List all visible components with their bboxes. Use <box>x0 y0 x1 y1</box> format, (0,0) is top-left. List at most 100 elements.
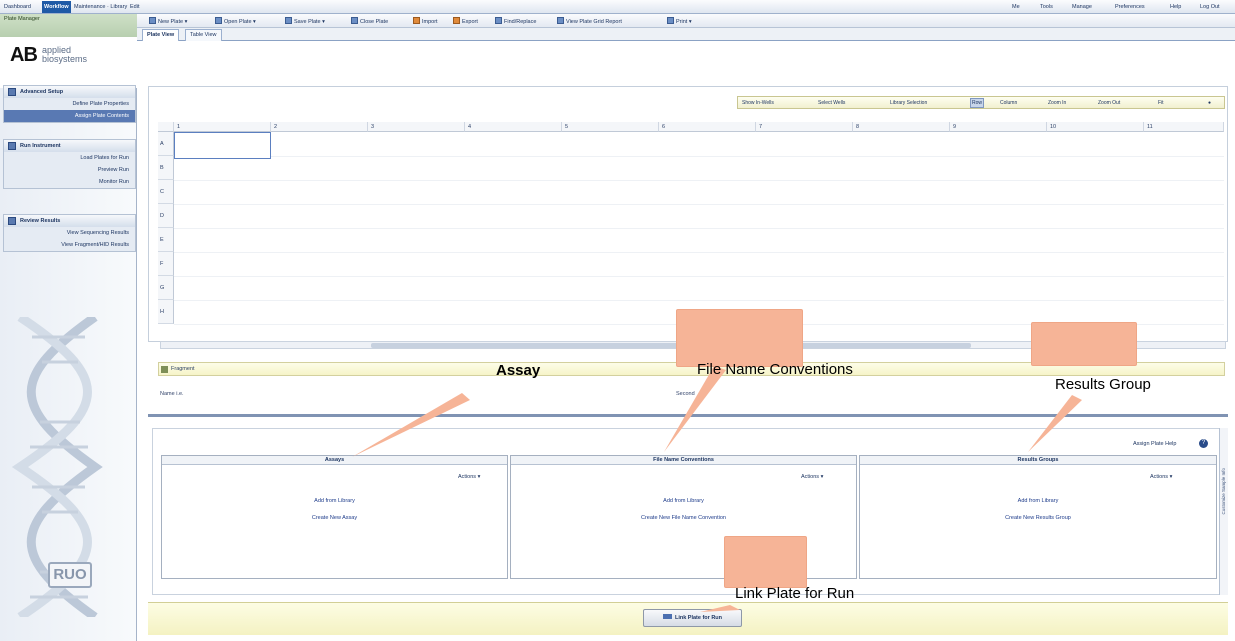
close-plate-label: Close Plate <box>360 19 389 25</box>
file-name-callout-box <box>676 309 803 367</box>
menu-manage[interactable]: Manage <box>1072 2 1092 12</box>
import-label: Import <box>422 19 438 25</box>
nav-item-preview-run[interactable]: Preview Run <box>4 164 135 176</box>
tab-table-view[interactable]: Table View <box>185 29 222 41</box>
column-header[interactable]: 1 <box>174 122 271 132</box>
assays-actions-dropdown[interactable]: Actions ▾ <box>458 474 480 480</box>
results-groups-actions-dropdown[interactable]: Actions ▾ <box>1150 474 1172 480</box>
assign-plate-help-link[interactable]: Assign Plate Help <box>1133 441 1176 447</box>
create-new-assay-link[interactable]: Create New Assay <box>162 515 507 521</box>
library-selection-button[interactable]: Library Selection <box>890 100 927 106</box>
assays-box: Assays Actions ▾ Add from Library Create… <box>161 455 508 579</box>
menu-preferences[interactable]: Preferences <box>1115 2 1145 12</box>
ruo-badge: RUO <box>48 562 92 588</box>
print-button[interactable]: Print ▾ <box>667 17 692 25</box>
link-plate-for-run-button[interactable]: Link Plate for Run <box>643 609 742 627</box>
open-plate-label: Open Plate <box>224 19 252 25</box>
show-in-wells-button[interactable]: Show In-Wells <box>742 100 774 106</box>
nav-section-header[interactable]: Review Results <box>4 215 135 227</box>
save-plate-button[interactable]: Save Plate ▾ <box>285 17 325 25</box>
menu-help[interactable]: Help <box>1170 2 1181 12</box>
row-header[interactable]: E <box>158 228 174 252</box>
column-header[interactable]: 4 <box>465 122 562 132</box>
nav-section-header[interactable]: Advanced Setup <box>4 86 135 98</box>
find-replace-button[interactable]: Find/Replace <box>495 17 536 25</box>
nav-section-review-results: Review Results View Sequencing Results V… <box>3 214 136 252</box>
nav-item-load-plates[interactable]: Load Plates for Run <box>4 152 135 164</box>
column-header[interactable]: 11 <box>1144 122 1224 132</box>
column-header[interactable]: 5 <box>562 122 659 132</box>
new-plate-label: New Plate <box>158 19 184 25</box>
assays-add-from-library-link[interactable]: Add from Library <box>162 498 507 504</box>
row-header[interactable]: C <box>158 180 174 204</box>
logo-mark: AB <box>10 44 38 66</box>
row-header[interactable]: B <box>158 156 174 180</box>
fit-button[interactable]: Fit <box>1158 100 1164 106</box>
close-plate-icon <box>351 17 358 24</box>
results-groups-header: Results Groups <box>860 456 1216 465</box>
row-header[interactable]: F <box>158 252 174 276</box>
file-name-actions-dropdown[interactable]: Actions ▾ <box>801 474 823 480</box>
help-icon[interactable]: ● <box>1208 100 1211 106</box>
file-name-conventions-header: File Name Conventions <box>511 456 856 465</box>
menu-logout[interactable]: Log Out <box>1200 2 1220 12</box>
name-label: Name i.e. <box>160 391 184 397</box>
logo-line2: biosystems <box>42 54 88 64</box>
nav-item-assign-plate-contents[interactable]: Assign Plate Contents <box>4 110 135 122</box>
row-header[interactable]: A <box>158 132 174 156</box>
menu-tools[interactable]: Tools <box>1040 2 1053 12</box>
nav-item-monitor-run[interactable]: Monitor Run <box>4 176 135 188</box>
column-header[interactable]: 3 <box>368 122 465 132</box>
help-icon[interactable]: ? <box>1199 439 1208 448</box>
column-header[interactable]: 2 <box>271 122 368 132</box>
menu-maintenance[interactable]: Maintenance · Library <box>74 2 127 12</box>
tab-plate-view[interactable]: Plate View <box>142 29 180 41</box>
nav-item-define-plate-properties[interactable]: Define Plate Properties <box>4 98 135 110</box>
actions-label: Actions <box>801 474 820 480</box>
plate-grid: 1 2 3 4 5 6 7 8 9 10 11 A B C D E F G H <box>158 122 1224 332</box>
zoom-in-button[interactable]: Zoom In <box>1048 100 1066 106</box>
export-button[interactable]: Export <box>453 17 478 25</box>
print-icon <box>667 17 674 24</box>
grid-corner[interactable] <box>158 122 174 132</box>
export-label: Export <box>462 19 478 25</box>
scrollbar-thumb[interactable] <box>371 343 971 348</box>
column-header[interactable]: 6 <box>659 122 756 132</box>
menu-dashboard[interactable]: Dashboard <box>4 2 31 12</box>
import-button[interactable]: Import <box>413 17 438 25</box>
view-tabs: Plate View Table View <box>137 28 1235 41</box>
zoom-out-button[interactable]: Zoom Out <box>1098 100 1120 106</box>
row-gridline <box>174 180 1224 181</box>
row-header[interactable]: D <box>158 204 174 228</box>
column-header[interactable]: 8 <box>853 122 950 132</box>
menu-workflow[interactable]: Workflow <box>42 1 71 13</box>
nav-section-header[interactable]: Run Instrument <box>4 140 135 152</box>
create-new-file-name-convention-link[interactable]: Create New File Name Convention <box>511 515 856 521</box>
selected-well[interactable] <box>174 132 271 159</box>
results-groups-add-from-library-link[interactable]: Add from Library <box>860 498 1216 504</box>
file-name-add-from-library-link[interactable]: Add from Library <box>511 498 856 504</box>
row-header[interactable]: G <box>158 276 174 300</box>
create-new-results-group-link[interactable]: Create New Results Group <box>860 515 1216 521</box>
find-replace-label: Find/Replace <box>504 19 537 25</box>
column-header[interactable]: 9 <box>950 122 1047 132</box>
column-header[interactable]: 7 <box>756 122 853 132</box>
panel-splitter[interactable] <box>148 414 1228 417</box>
top-menu-bar: Dashboard Workflow Maintenance · Library… <box>0 0 1235 14</box>
logo-text: applied biosystems <box>42 46 87 64</box>
column-header[interactable]: 10 <box>1047 122 1144 132</box>
menu-edit[interactable]: Edit <box>130 2 139 12</box>
grid-report-button[interactable]: View Plate Grid Report <box>557 17 622 25</box>
link-icon <box>662 614 672 619</box>
customize-sample-info-strip[interactable]: Customize Sample Info <box>1219 428 1228 595</box>
close-plate-button[interactable]: Close Plate <box>351 17 388 25</box>
open-plate-button[interactable]: Open Plate ▾ <box>215 17 256 25</box>
menu-me[interactable]: Me <box>1012 2 1020 12</box>
new-plate-button[interactable]: New Plate ▾ <box>149 17 187 25</box>
column-button[interactable]: Column <box>1000 100 1017 106</box>
row-header[interactable]: H <box>158 300 174 324</box>
nav-item-view-fragment-results[interactable]: View Fragment/HID Results <box>4 239 135 251</box>
select-wells-button[interactable]: Select Wells <box>818 100 845 106</box>
nav-item-view-sequencing-results[interactable]: View Sequencing Results <box>4 227 135 239</box>
row-button[interactable]: Row <box>970 98 985 108</box>
